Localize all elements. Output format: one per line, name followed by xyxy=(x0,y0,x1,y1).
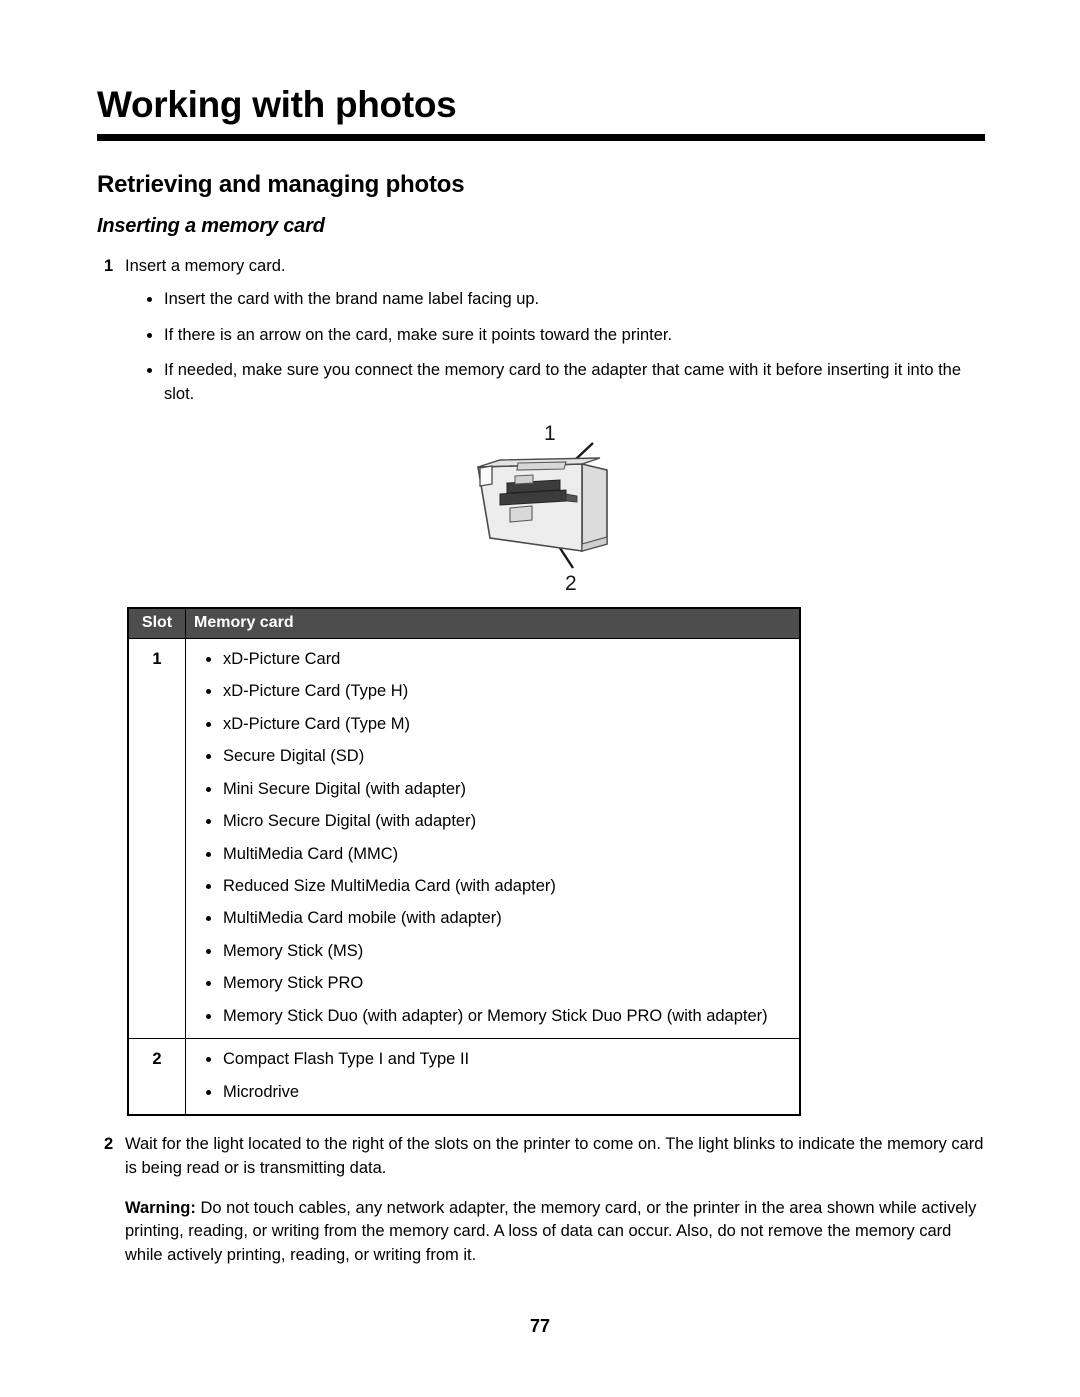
table-head: Slot Memory card xyxy=(127,607,801,639)
list-item: Insert the card with the brand name labe… xyxy=(145,288,987,311)
list-item: MultiMedia Card (MMC) xyxy=(204,844,791,865)
chapter-title: Working with photos xyxy=(97,84,457,125)
warning-label: Warning: xyxy=(125,1198,196,1217)
list-item: xD-Picture Card (Type M) xyxy=(204,714,791,735)
step-1-bullet-list: Insert the card with the brand name labe… xyxy=(125,288,987,406)
list-item: Mini Secure Digital (with adapter) xyxy=(204,779,791,800)
list-item: xD-Picture Card (Type H) xyxy=(204,681,791,702)
table-row: 2 Compact Flash Type I and Type II Micro… xyxy=(127,1038,801,1116)
list-item: MultiMedia Card mobile (with adapter) xyxy=(204,908,791,929)
subsection-title: Inserting a memory card xyxy=(97,214,325,237)
slot-1-card-list: xD-Picture Card xD-Picture Card (Type H)… xyxy=(194,649,791,1027)
page-content: Working with photos Retrieving and manag… xyxy=(97,84,987,1284)
warning-paragraph: Warning: Do not touch cables, any networ… xyxy=(97,1197,987,1267)
step-2-number: 2 xyxy=(104,1135,114,1154)
memory-card-slot-table: Slot Memory card 1 xD-Picture Card xD-Pi… xyxy=(127,606,801,1117)
column-header-slot: Slot xyxy=(127,607,186,639)
figure-callout-1: 1 xyxy=(544,422,556,445)
printer-slots-figure: 1 2 xyxy=(97,420,987,598)
list-item: Memory Stick PRO xyxy=(204,973,791,994)
printer-memory-card-slots-illustration: 1 2 xyxy=(477,422,608,595)
memory-card-cell: Compact Flash Type I and Type II Microdr… xyxy=(185,1038,801,1116)
slot-number-cell: 2 xyxy=(127,1038,186,1116)
section-title: Retrieving and managing photos xyxy=(97,170,465,198)
figure-callout-2: 2 xyxy=(565,572,577,595)
list-item: Micro Secure Digital (with adapter) xyxy=(204,811,791,832)
list-item: Memory Stick (MS) xyxy=(204,941,791,962)
list-item: Compact Flash Type I and Type II xyxy=(204,1049,791,1070)
memory-card-cell: xD-Picture Card xD-Picture Card (Type H)… xyxy=(185,637,801,1040)
list-item: xD-Picture Card xyxy=(204,649,791,670)
page-number: 77 xyxy=(529,1316,551,1336)
slot-number-cell: 1 xyxy=(127,637,186,1040)
list-item: Reduced Size MultiMedia Card (with adapt… xyxy=(204,876,791,897)
table-header-row: Slot Memory card xyxy=(127,607,801,639)
list-item: If needed, make sure you connect the mem… xyxy=(145,359,987,406)
table-row: 1 xD-Picture Card xD-Picture Card (Type … xyxy=(127,637,801,1040)
list-item: Memory Stick Duo (with adapter) or Memor… xyxy=(204,1006,791,1027)
step-2-text: Wait for the light located to the right … xyxy=(125,1135,984,1177)
list-item: Secure Digital (SD) xyxy=(204,746,791,767)
chapter-rule-divider xyxy=(97,133,985,141)
step-1: 1 Insert a memory card. Insert the card … xyxy=(97,255,987,406)
table-body: 1 xD-Picture Card xD-Picture Card (Type … xyxy=(127,637,801,1116)
step-1-number: 1 xyxy=(104,256,114,275)
slot-2-card-list: Compact Flash Type I and Type II Microdr… xyxy=(194,1049,791,1103)
step-1-text: Insert a memory card. xyxy=(125,256,286,275)
column-header-memory-card: Memory card xyxy=(185,607,801,639)
list-item: Microdrive xyxy=(204,1082,791,1103)
warning-text: Do not touch cables, any network adapter… xyxy=(125,1198,977,1264)
step-2: 2 Wait for the light located to the righ… xyxy=(97,1133,987,1180)
document-page: Working with photos Retrieving and manag… xyxy=(0,0,1080,1397)
list-item: If there is an arrow on the card, make s… xyxy=(145,324,987,347)
